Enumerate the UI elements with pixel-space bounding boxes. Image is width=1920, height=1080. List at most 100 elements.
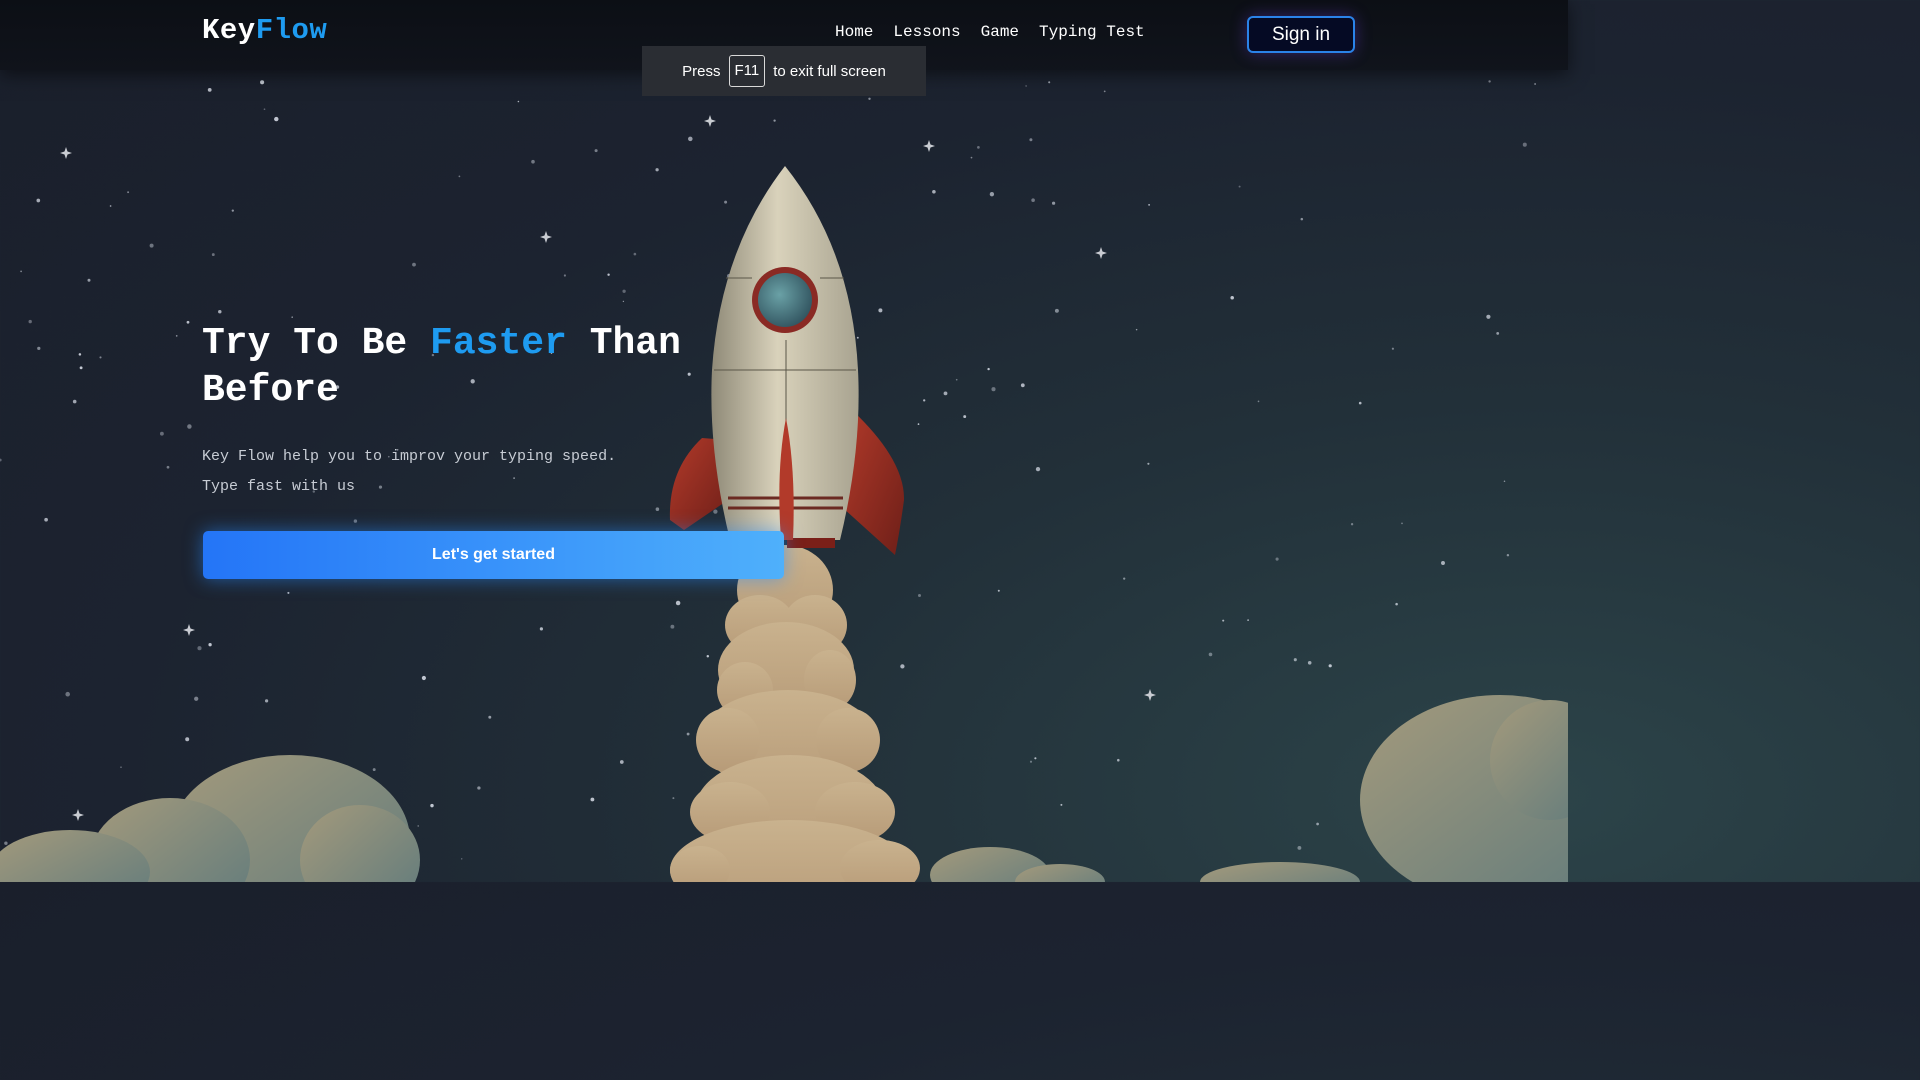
star bbox=[539, 627, 543, 631]
star bbox=[28, 319, 32, 324]
nav-link-home[interactable]: Home bbox=[835, 23, 873, 41]
star bbox=[1034, 757, 1037, 760]
star bbox=[1035, 466, 1041, 472]
star bbox=[175, 335, 178, 337]
hero-title: Try To Be Faster Than Before bbox=[202, 320, 762, 414]
star bbox=[166, 465, 170, 469]
star bbox=[460, 858, 463, 860]
star bbox=[260, 80, 265, 85]
star bbox=[1496, 332, 1500, 335]
fullscreen-notice: Press F11 to exit full screen bbox=[642, 46, 926, 96]
brand-logo[interactable]: KeyFlow bbox=[202, 14, 327, 47]
star bbox=[44, 517, 48, 522]
star bbox=[1147, 462, 1150, 465]
star bbox=[1029, 138, 1033, 142]
star bbox=[997, 589, 1000, 592]
star bbox=[1441, 561, 1445, 565]
star bbox=[622, 289, 626, 293]
star bbox=[773, 119, 776, 122]
star bbox=[1025, 85, 1027, 87]
hero-subtitle-line2: Type fast with us bbox=[202, 478, 356, 495]
sparkle-star bbox=[704, 115, 716, 127]
hero-title-part1: Try To Be bbox=[202, 322, 408, 365]
hero-subtitle-line1: Key Flow help you to improv your typing … bbox=[202, 448, 617, 465]
star bbox=[208, 643, 212, 647]
star bbox=[1275, 557, 1279, 561]
brand-logo-key: Key bbox=[202, 14, 256, 47]
star bbox=[1257, 400, 1260, 403]
sparkle-star bbox=[60, 147, 72, 159]
star bbox=[159, 431, 164, 436]
fullscreen-notice-prefix: Press bbox=[682, 62, 721, 80]
nav-link-lessons[interactable]: Lessons bbox=[893, 23, 960, 41]
star bbox=[1029, 760, 1033, 763]
star bbox=[477, 786, 481, 790]
star bbox=[291, 316, 293, 318]
star bbox=[417, 825, 419, 827]
nav-link-game[interactable]: Game bbox=[981, 23, 1019, 41]
star bbox=[264, 699, 269, 703]
star bbox=[1247, 619, 1249, 621]
star bbox=[231, 209, 234, 212]
star bbox=[186, 320, 190, 324]
star bbox=[1506, 553, 1510, 557]
star bbox=[1060, 803, 1063, 806]
star bbox=[688, 136, 693, 142]
star bbox=[1307, 661, 1312, 665]
star bbox=[421, 675, 426, 681]
star bbox=[211, 253, 215, 257]
star bbox=[563, 274, 566, 277]
star bbox=[20, 270, 22, 273]
star bbox=[458, 175, 461, 178]
star bbox=[1123, 577, 1126, 580]
star bbox=[1020, 383, 1025, 388]
sparkle-star bbox=[540, 231, 552, 243]
star bbox=[619, 760, 624, 764]
nav-link-typing-test[interactable]: Typing Test bbox=[1039, 23, 1145, 41]
star bbox=[977, 146, 980, 149]
rocket-scene-illustration bbox=[0, 80, 1568, 882]
star bbox=[488, 715, 492, 719]
star bbox=[99, 356, 102, 359]
star bbox=[1103, 90, 1106, 93]
hero-subtitle: Key Flow help you to improv your typing … bbox=[202, 442, 616, 502]
star bbox=[1316, 822, 1319, 826]
star bbox=[127, 191, 130, 194]
star bbox=[1488, 80, 1491, 83]
star bbox=[987, 367, 990, 371]
star bbox=[1401, 522, 1403, 525]
brand-logo-flow: Flow bbox=[255, 14, 328, 47]
star bbox=[517, 100, 520, 103]
star bbox=[87, 278, 91, 282]
star bbox=[1293, 658, 1297, 662]
star bbox=[1522, 142, 1527, 147]
star bbox=[1391, 347, 1394, 350]
get-started-button[interactable]: Let's get started bbox=[203, 531, 784, 579]
star bbox=[943, 391, 948, 396]
star bbox=[1148, 203, 1151, 206]
star bbox=[1048, 81, 1051, 84]
sign-in-button[interactable]: Sign in bbox=[1247, 16, 1355, 53]
star bbox=[724, 200, 728, 204]
star bbox=[1534, 83, 1536, 85]
star bbox=[607, 273, 610, 276]
star bbox=[622, 300, 625, 303]
star bbox=[1358, 401, 1362, 405]
f11-key-badge: F11 bbox=[728, 55, 766, 87]
star bbox=[430, 803, 434, 808]
star bbox=[187, 424, 192, 429]
star bbox=[633, 252, 637, 256]
star bbox=[531, 159, 535, 164]
star bbox=[991, 387, 996, 392]
star bbox=[1486, 314, 1491, 319]
star bbox=[1297, 845, 1302, 850]
star bbox=[878, 308, 883, 313]
star bbox=[932, 190, 936, 194]
sparkle-star bbox=[72, 809, 84, 821]
star bbox=[79, 366, 83, 370]
star bbox=[706, 655, 710, 658]
star bbox=[1503, 480, 1506, 483]
star bbox=[655, 168, 659, 172]
star bbox=[1328, 664, 1332, 668]
star bbox=[590, 797, 595, 802]
